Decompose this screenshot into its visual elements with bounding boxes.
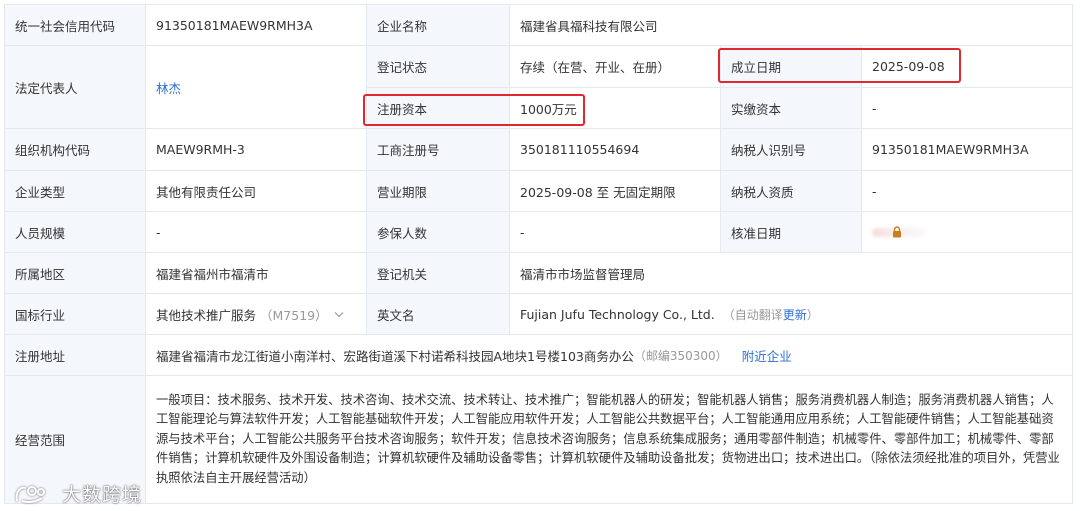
business-info-table: 统一社会信用代码 91350181MAEW9RMH3A 企业名称 福建省具福科技… <box>4 4 1073 504</box>
address-cell: 福建省福清市龙江街道小南洋村、宏路街道溪下村诺希科技园A地块1号楼103商务办公… <box>146 335 1073 376</box>
taxpayer-id-value: 91350181MAEW9RMH3A <box>862 129 1073 171</box>
vip-locked-value[interactable] <box>872 225 926 239</box>
industry-cell[interactable]: 其他技术推广服务 （M7519） <box>146 294 367 335</box>
paid-capital-value: - <box>862 88 1073 129</box>
biz-term-value: 2025-09-08 至 无固定期限 <box>510 171 721 212</box>
taxpayer-id-label: 纳税人识别号 <box>721 129 862 171</box>
insured-value: - <box>510 212 721 253</box>
watermark-text: 大数跨境 <box>62 484 143 506</box>
taxpayer-qual-value: - <box>862 171 1073 212</box>
english-name-cell: Fujian Jufu Technology Co., Ltd. （自动翻译 更新… <box>510 294 1073 335</box>
credit-code-value: 91350181MAEW9RMH3A <box>146 5 367 46</box>
address-postcode: （邮编350300） <box>633 348 728 363</box>
credit-code-label: 统一社会信用代码 <box>5 5 146 46</box>
staff-size-value: - <box>146 212 367 253</box>
staff-size-label: 人员规模 <box>5 212 146 253</box>
nearby-companies-link[interactable]: 附近企业 <box>742 346 792 365</box>
org-code-label: 组织机构代码 <box>5 129 146 171</box>
found-date-value: 2025-09-08 <box>862 46 1073 88</box>
industry-value: 其他技术推广服务 <box>156 307 257 323</box>
reg-status-label: 登记状态 <box>367 46 510 88</box>
address-label: 注册地址 <box>5 335 146 376</box>
region-label: 所属地区 <box>5 253 146 294</box>
region-value: 福建省福州市福清市 <box>146 253 367 294</box>
company-name-label: 企业名称 <box>367 5 510 46</box>
auto-translate-note: （自动翻译 <box>722 307 783 322</box>
watermark: 大数跨境 <box>14 480 142 507</box>
legal-rep-cell: 林杰 <box>146 46 367 129</box>
org-code-value: MAEW9RMH-3 <box>146 129 367 171</box>
approval-date-label: 核准日期 <box>721 212 862 253</box>
biz-term-label: 营业期限 <box>367 171 510 212</box>
reg-capital-label: 注册资本 <box>367 88 510 129</box>
brand-logo-icon <box>15 485 45 503</box>
english-name-label: 英文名 <box>367 294 510 335</box>
update-translation-link[interactable]: 更新 <box>783 306 807 323</box>
industry-label: 国标行业 <box>5 294 146 335</box>
paid-capital-label: 实缴资本 <box>721 88 862 129</box>
industry-code: （M7519） <box>260 307 328 323</box>
found-date-label: 成立日期 <box>721 46 862 88</box>
biz-reg-no-label: 工商注册号 <box>367 129 510 171</box>
reg-status-value: 存续（在营、开业、在册） <box>510 46 721 88</box>
company-name-value: 福建省具福科技有限公司 <box>510 5 1073 46</box>
english-name-value: Fujian Jufu Technology Co., Ltd. <box>520 306 715 322</box>
chevron-down-icon[interactable] <box>334 308 344 321</box>
approval-date-value[interactable] <box>862 212 1073 253</box>
biz-reg-no-value: 350181110554694 <box>510 129 721 171</box>
auto-translate-note-end: ） <box>806 307 819 322</box>
address-value: 福建省福清市龙江街道小南洋村、宏路街道溪下村诺希科技园A地块1号楼103商务办公 <box>156 348 634 364</box>
reg-authority-label: 登记机关 <box>367 253 510 294</box>
scope-value: 一般项目：技术服务、技术开发、技术咨询、技术交流、技术转让、技术推广；智能机器人… <box>146 376 1073 504</box>
company-type-value: 其他有限责任公司 <box>146 171 367 212</box>
insured-label: 参保人数 <box>367 212 510 253</box>
legal-rep-link[interactable]: 林杰 <box>156 78 181 97</box>
company-type-label: 企业类型 <box>5 171 146 212</box>
lock-icon <box>893 226 901 238</box>
legal-rep-label: 法定代表人 <box>5 46 146 129</box>
taxpayer-qual-label: 纳税人资质 <box>721 171 862 212</box>
reg-capital-value: 1000万元 <box>510 88 721 129</box>
reg-authority-value: 福清市市场监督管理局 <box>510 253 1073 294</box>
